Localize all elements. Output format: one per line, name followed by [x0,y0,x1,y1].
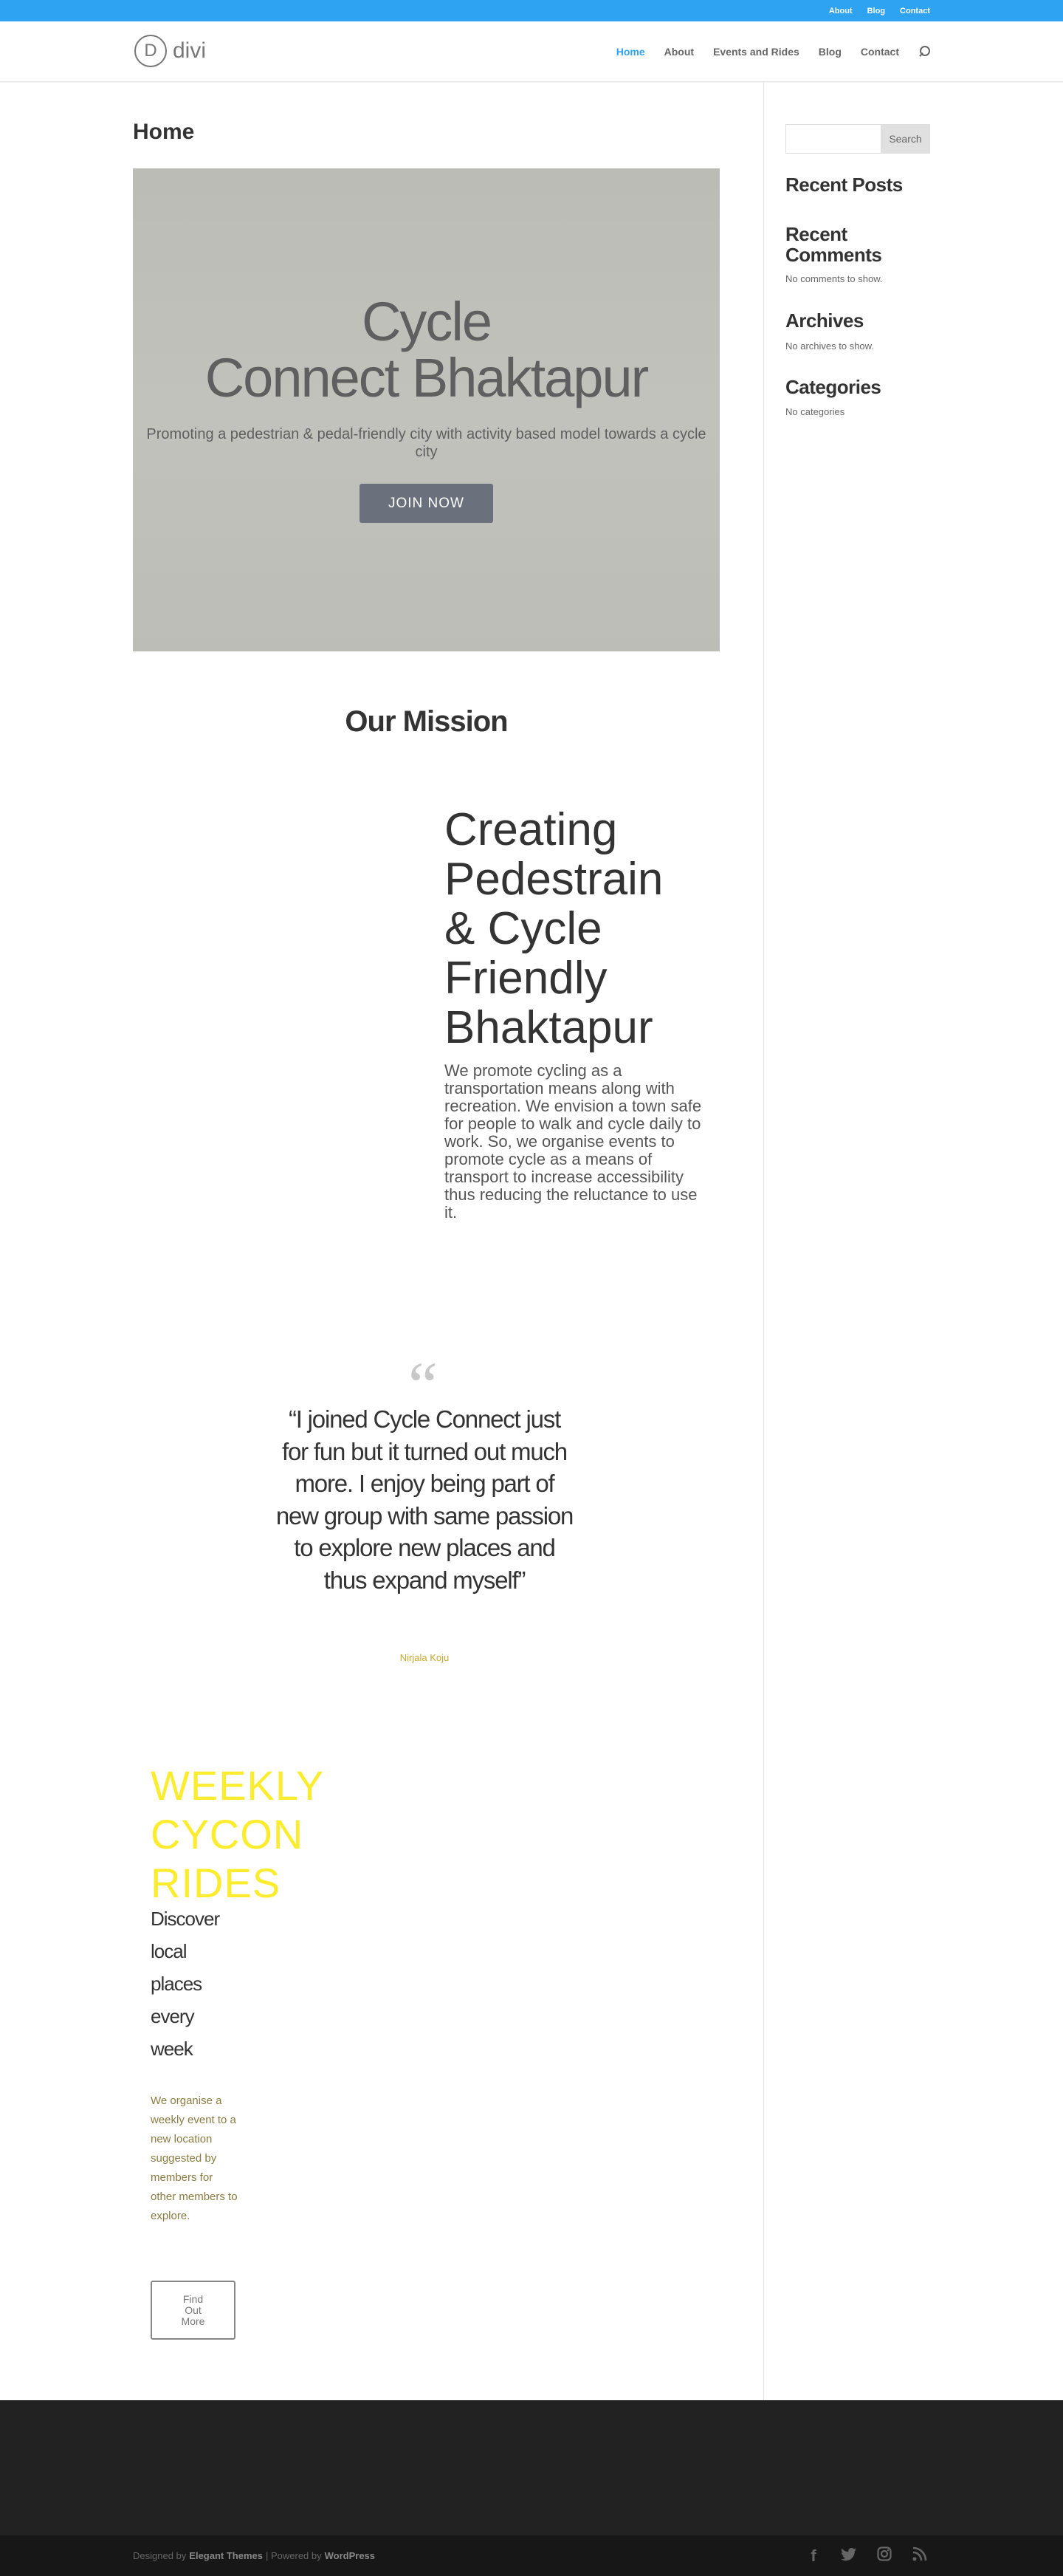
weekly-sub-line: Discover [151,1908,220,1930]
hero-title-line-2: Connect Bhaktapur [204,347,650,408]
page-title: Home [133,120,195,144]
mission-heading-line: Creating [444,804,618,855]
mission-title: Our Mission [345,705,508,738]
weekly-title-line: CYCON [151,1811,304,1857]
footer-wordpress-link[interactable]: WordPress [325,2550,375,2561]
footer-designed-by: Designed by [133,2550,187,2561]
logo-text: divi [173,38,207,63]
quote-icon: “ [408,1349,438,1422]
sidebar-search: Search [785,124,930,154]
logo-mark: D [134,35,167,67]
hero-title: Cycle Connect Bhaktapur [133,294,720,406]
hero-banner: Cycle Connect Bhaktapur Promoting a pede… [133,168,720,651]
no-categories-text: No categories [785,406,845,417]
weekly-rides-body: We organise a weekly event to a new loca… [151,2094,238,2222]
hero-title-line-1: Cycle [361,291,492,352]
weekly-rides-subtitle: Discover local places every week [151,1902,239,2065]
nav-contact[interactable]: Contact [861,46,899,58]
nav-events-and-rides[interactable]: Events and Rides [713,46,799,58]
mission-heading: Creating Pedestrain & Cycle Friendly Bha… [444,805,710,1052]
search-icon[interactable] [918,46,930,58]
main-nav: Home About Events and Rides Blog Contact [616,21,930,82]
instagram-icon[interactable] [874,2546,895,2566]
weekly-title-line: WEEKLY [151,1762,325,1809]
archives-heading: Archives [785,309,864,332]
site-logo[interactable]: D divi [134,35,206,67]
nav-blog[interactable]: Blog [819,46,842,58]
weekly-title-line: RIDES [151,1860,281,1906]
top-link-blog[interactable]: Blog [867,7,885,16]
testimonial-author: Nirjala Koju [399,1652,450,1663]
sidebar-search-input[interactable] [785,124,881,154]
top-link-about[interactable]: About [829,7,853,16]
footer-bottom-bar: Designed by Elegant Themes | Powered by … [0,2535,1063,2576]
nav-about[interactable]: About [664,46,694,58]
footer-social-icons: f [803,2535,930,2576]
mission-heading-line: Bhaktapur [444,1002,653,1053]
footer-credits: Designed by Elegant Themes | Powered by … [133,2535,375,2576]
categories-heading: Categories [785,376,881,398]
find-out-more-button[interactable]: Find Out More [151,2281,235,2340]
recent-posts-heading: Recent Posts [785,174,903,196]
no-comments-text: No comments to show. [785,273,883,284]
top-bar: About Blog Contact [0,0,1063,21]
recent-comments-heading: Recent Comments [785,223,882,266]
weekly-sub-line: places [151,1973,202,1995]
sidebar-search-button[interactable]: Search [881,124,930,154]
testimonial-quote: “I joined Cycle Connect just for fun but… [275,1405,574,1594]
mission-heading-line: Pedestrain [444,854,664,905]
nav-home[interactable]: Home [616,46,645,58]
no-archives-text: No archives to show. [785,340,874,352]
mission-body: We promote cycling as a transportation m… [444,1061,702,1222]
facebook-icon[interactable]: f [803,2546,824,2566]
main-header: D divi Home About Events and Rides Blog … [0,21,1063,82]
sidebar-divider [763,82,764,2401]
top-bar-links: About Blog Contact [829,0,930,21]
weekly-sub-line: week [151,2038,193,2060]
top-link-contact[interactable]: Contact [900,7,930,16]
hero-subtitle: Promoting a pedestrian & pedal-friendly … [146,426,706,460]
join-now-button[interactable]: JOIN NOW [360,484,493,523]
mission-heading-line: Friendly [444,953,608,1004]
footer-elegant-themes-link[interactable]: Elegant Themes [189,2550,263,2561]
weekly-sub-line: every [151,2005,195,2027]
rss-icon[interactable] [909,2546,930,2566]
mission-heading-line: & Cycle [444,903,602,954]
footer-widgets [0,2400,1063,2535]
twitter-icon[interactable] [839,2546,859,2566]
footer-powered-by: | Powered by [265,2550,322,2561]
weekly-rides-title: WEEKLY CYCON RIDES [151,1761,343,1908]
weekly-sub-line: local [151,1940,187,1962]
